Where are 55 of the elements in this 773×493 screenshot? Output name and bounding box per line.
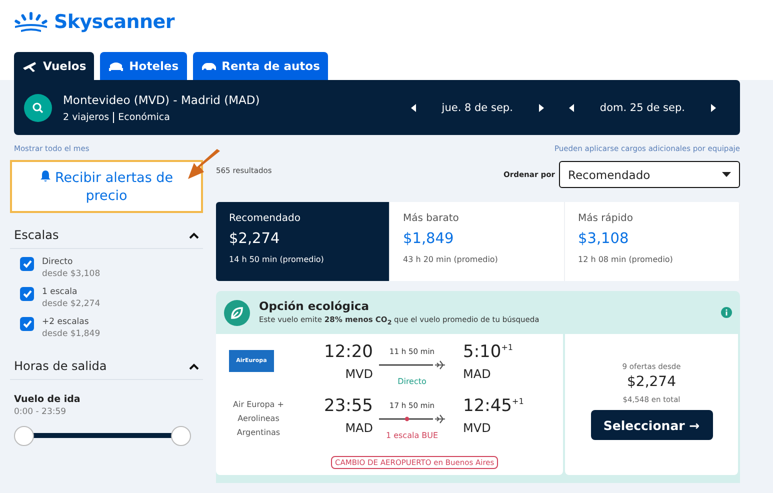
date-field[interactable]: jue. 8 de sep. (442, 102, 513, 114)
chevron-up-icon[interactable] (189, 232, 199, 238)
brand-name: Skyscanner (54, 11, 174, 33)
stop-option-price: desde $3,108 (42, 269, 100, 279)
airport-code: MAD (344, 421, 373, 435)
stop-option-label: 1 escala (42, 287, 78, 297)
departure-time: 12:20 (323, 342, 373, 362)
flight-price: $2,274 (627, 374, 676, 390)
airport-code: MVD (463, 421, 492, 435)
chevron-up-icon[interactable] (189, 362, 199, 370)
search-icon (32, 102, 44, 114)
filter-heading: Horas de salida (14, 359, 107, 373)
airport-code: MVD (344, 367, 373, 381)
leaf-icon (224, 300, 250, 326)
info-icon[interactable] (721, 307, 732, 318)
sort-summary-tab[interactable]: Recomendado $2,274 14 h 50 min (promedio) (216, 202, 390, 281)
route-text[interactable]: Montevideo (MVD) - Madrid (MAD) (63, 92, 260, 106)
arrival-time: 5:10$^{+1}$ (463, 342, 514, 362)
sort-dropdown[interactable]: Recomendado (559, 161, 740, 188)
nav-tab[interactable]: Renta de autos (192, 52, 328, 80)
bell-icon (40, 170, 51, 182)
checkbox[interactable] (20, 287, 34, 301)
leg-label: Vuelo de ida (13, 393, 82, 405)
flight-path-with-stop-icon (379, 414, 445, 424)
airport-code: MAD (463, 367, 492, 381)
date-field[interactable]: dom. 25 de sep. (600, 102, 685, 114)
departure-time: 23:55 (323, 396, 373, 416)
nav-tab[interactable]: Vuelos (14, 52, 94, 80)
next-date-icon[interactable] (538, 104, 544, 112)
nav-tab[interactable]: Hoteles (100, 52, 187, 80)
select-button[interactable]: Seleccionar → (590, 410, 712, 440)
stop-option-price: desde $1,849 (42, 329, 100, 339)
previous-date-icon[interactable] (410, 104, 416, 112)
search-button[interactable] (24, 94, 52, 122)
stop-option-label: +2 escalas (42, 317, 90, 327)
eco-title: Opción ecológica (259, 298, 370, 313)
stops-text: 1 escala BUE (384, 431, 440, 440)
filter-heading: Escalas (14, 228, 59, 242)
cabin-text[interactable]: Económica (118, 112, 170, 122)
previous-date-icon[interactable] (568, 104, 574, 112)
dropdown-caret-icon (722, 172, 731, 177)
next-date-icon[interactable] (711, 104, 716, 112)
time-range-text: 0:00 - 23:59 (13, 406, 68, 417)
travelers-text[interactable]: 2 viajeros (63, 112, 110, 122)
stop-option-price: desde $2,274 (42, 299, 100, 309)
flight-path-icon (379, 360, 445, 370)
arrival-time: 12:45$^{+1}$ (463, 396, 521, 416)
sunrise-logo-icon (14, 11, 48, 33)
stops-text: Directo (396, 377, 428, 386)
airline-name: Air Europa + Aerolineas Argentinas (232, 399, 285, 439)
stop-option-label: Directo (42, 257, 74, 267)
checkbox[interactable] (20, 317, 34, 331)
plane-icon (22, 59, 38, 73)
price-alert-button[interactable]: Recibir alertas de precio (10, 160, 203, 213)
checkbox[interactable] (20, 257, 34, 271)
